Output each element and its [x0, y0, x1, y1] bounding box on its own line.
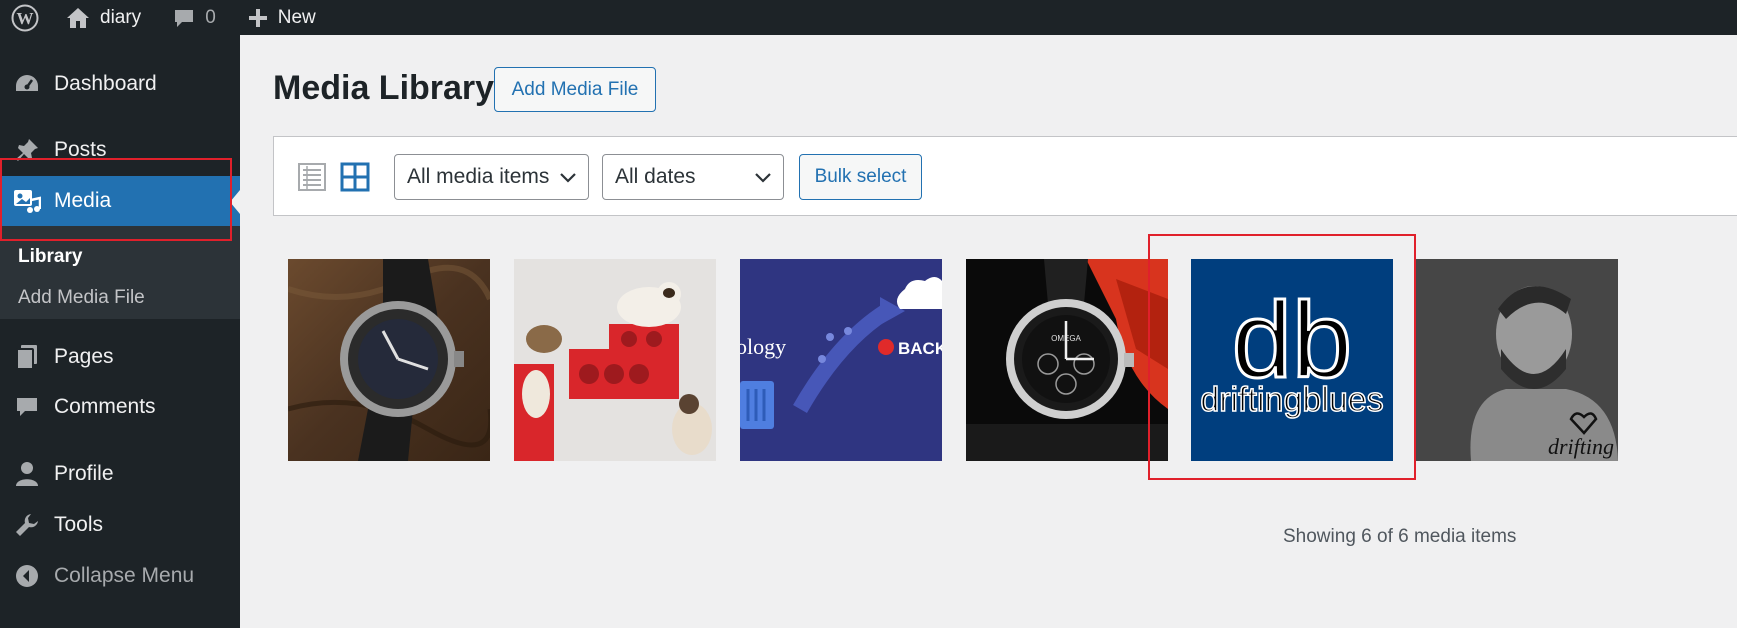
user-icon — [12, 459, 42, 489]
media-thumbnail-watch-wood[interactable] — [288, 259, 490, 461]
thumbnail-text: ology — [740, 334, 786, 359]
bulk-select-button[interactable]: Bulk select — [799, 154, 922, 200]
sidebar-item-label: Pages — [54, 345, 114, 368]
add-media-file-button[interactable]: Add Media File — [494, 67, 656, 112]
thumbnail-text: BACK — [898, 339, 942, 358]
admin-bar: W diary 0 New — [0, 0, 1737, 35]
sidebar-item-label: Dashboard — [54, 72, 157, 95]
media-icon — [12, 186, 42, 216]
dates-select[interactable]: All dates — [602, 154, 784, 200]
comments-count: 0 — [205, 6, 216, 28]
main-content: Media Library Add Media File All media i… — [240, 35, 1737, 628]
logo-text-small: driftingblues — [1200, 381, 1383, 419]
sidebar-item-media[interactable]: Media — [0, 176, 240, 226]
dashboard-icon — [12, 69, 42, 99]
grid-view-icon[interactable] — [340, 162, 370, 192]
media-count-text: Showing 6 of 6 media items — [1283, 526, 1517, 547]
media-submenu: Library Add Media File — [0, 226, 240, 319]
sidebar-item-label: Collapse Menu — [54, 564, 195, 587]
dates-value: All dates — [615, 165, 696, 188]
new-label: New — [277, 6, 316, 28]
media-type-value: All media items — [407, 165, 550, 188]
sidebar-item-dashboard[interactable]: Dashboard — [0, 59, 240, 109]
home-icon — [66, 7, 90, 29]
sidebar-item-pages[interactable]: Pages — [0, 332, 240, 382]
pages-icon — [12, 342, 42, 372]
sidebar-item-label: Media — [54, 189, 112, 212]
sidebar-item-comments[interactable]: Comments — [0, 382, 240, 432]
plus-icon — [248, 8, 268, 28]
sidebar-item-label: Profile — [54, 462, 114, 485]
active-menu-pointer — [230, 190, 240, 214]
media-thumbnail-portrait[interactable]: drifting — [1416, 259, 1618, 461]
page-title: Media Library — [273, 69, 495, 107]
sidebar-item-profile[interactable]: Profile — [0, 449, 240, 499]
collapse-icon — [12, 561, 42, 591]
sidebar-item-label: Tools — [54, 513, 104, 536]
wordpress-logo-icon[interactable]: W — [0, 0, 50, 35]
admin-sidebar: Dashboard Posts Media Library Add Media … — [0, 35, 240, 628]
sidebar-item-label: Comments — [54, 395, 156, 418]
chevron-down-icon — [560, 165, 576, 189]
comments-link[interactable]: 0 — [149, 0, 224, 35]
comment-icon — [173, 7, 195, 29]
sidebar-item-posts[interactable]: Posts — [0, 125, 240, 175]
media-thumbnail-omega-watch[interactable]: OMEGA — [966, 259, 1168, 461]
sidebar-item-label: Posts — [54, 138, 107, 161]
submenu-item-add-media-file[interactable]: Add Media File — [18, 287, 145, 309]
media-toolbar: All media items All dates Bulk select — [273, 136, 1737, 216]
site-name: diary — [100, 6, 142, 28]
list-view-icon[interactable] — [298, 163, 326, 191]
sidebar-item-tools[interactable]: Tools — [0, 500, 240, 550]
media-type-select[interactable]: All media items — [394, 154, 589, 200]
media-thumbnail-driftingblues[interactable]: db driftingblues — [1191, 259, 1393, 461]
site-home-link[interactable]: diary — [50, 0, 149, 35]
pin-icon — [12, 135, 42, 165]
collapse-menu-button[interactable]: Collapse Menu — [0, 551, 240, 601]
chevron-down-icon — [755, 165, 771, 189]
wrench-icon — [12, 510, 42, 540]
media-thumbnail-cats[interactable] — [514, 259, 716, 461]
media-thumbnail-backup-banner[interactable]: ology BACK — [740, 259, 942, 461]
svg-text:W: W — [17, 9, 34, 28]
comment-icon — [12, 392, 42, 422]
submenu-item-library[interactable]: Library — [18, 246, 82, 268]
new-content-link[interactable]: New — [224, 0, 324, 35]
tattoo-text: drifting — [1548, 434, 1614, 459]
